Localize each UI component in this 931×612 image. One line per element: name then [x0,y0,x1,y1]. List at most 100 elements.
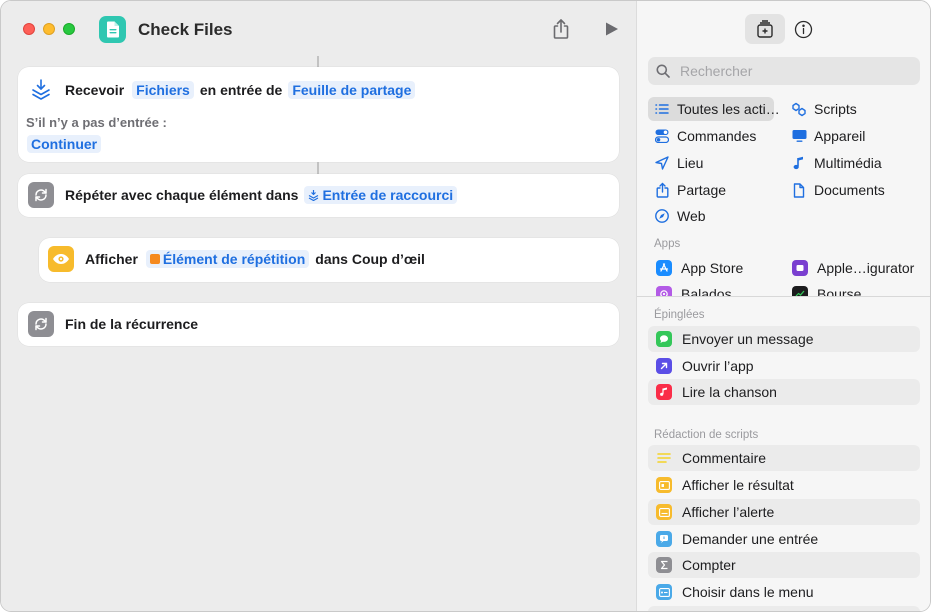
minimize-window-button[interactable] [43,23,55,35]
show-result-icon [656,477,672,493]
stocks-icon [792,286,808,296]
end-repeat-text: Fin de la récurrence [65,316,199,332]
scripts-icon [791,101,807,117]
action-label: Commentaire [682,450,767,466]
category-scripts[interactable]: Scripts [785,97,919,121]
category-label: Web [677,208,706,224]
action-count[interactable]: Compter [648,552,920,578]
count-icon [656,557,672,573]
category-label: Appareil [814,128,866,144]
category-controls[interactable]: Commandes [648,124,774,148]
section-divider [637,296,930,297]
app-stocks[interactable]: Bourse [786,282,920,296]
play-icon[interactable] [604,20,620,38]
receive-verb: Recevoir [65,82,125,98]
repeat-icon [28,311,54,337]
connector-line [317,162,319,174]
app-store-icon [656,260,672,276]
repeat-item-pill-label: Élément de répétition [162,251,306,267]
action-library-pane: Toutes les acti… Scripts Commandes [636,1,930,611]
list-icon [654,101,670,117]
category-device[interactable]: Appareil [785,124,919,148]
category-label: Lieu [677,155,704,171]
receive-middle-text: en entrée de [199,82,283,98]
end-repeat-card[interactable]: Fin de la récurrence [18,303,619,346]
category-label: Partage [677,182,727,198]
action-show-alert[interactable]: Afficher l’alerte [648,499,920,525]
category-sharing[interactable]: Partage [648,178,774,202]
messages-icon [656,331,672,347]
choose-menu-icon [656,584,672,600]
input-type-pill[interactable]: Fichiers [132,81,194,99]
library-toggle-button[interactable] [745,14,785,44]
action-show-result[interactable]: Afficher le résultat [648,472,920,498]
shortcut-title[interactable]: Check Files [138,20,233,40]
compass-icon [654,208,670,224]
show-alert-icon [656,504,672,520]
display-icon [791,128,807,144]
toggles-icon [654,128,670,144]
apple-configurator-icon [792,260,808,276]
action-ask-for-input[interactable]: Demander une entrée [648,526,920,552]
connector-line [317,56,319,67]
location-arrow-icon [654,155,670,171]
search-field[interactable] [648,57,920,85]
category-web[interactable]: Web [648,204,774,228]
show-verb: Afficher [85,251,138,267]
category-label: Toutes les acti… [677,101,780,117]
receive-action-card[interactable]: Recevoir Fichiers en entrée de Feuille d… [18,67,619,162]
app-app-store[interactable]: App Store [650,256,776,280]
open-app-icon [656,358,672,374]
shortcut-document-icon[interactable] [99,16,126,43]
close-window-button[interactable] [23,23,35,35]
music-note-icon [791,155,807,171]
action-open-app[interactable]: Ouvrir l’app [648,353,920,379]
no-input-label: S’il n’y a pas d’entrée : [26,115,167,130]
action-label: Demander une entrée [682,531,819,547]
repeat-item-pill[interactable]: Élément de répétition [145,250,310,268]
show-action-card[interactable]: Afficher Élément de répétition dans Coup… [39,238,619,282]
category-media[interactable]: Multimédia [785,151,919,175]
action-send-message[interactable]: Envoyer un message [648,326,920,352]
no-input-pill-wrap: Continuer [27,135,102,153]
search-icon [656,64,670,78]
app-label: Balados [681,286,732,296]
app-podcasts[interactable]: Balados [650,282,776,296]
category-location[interactable]: Lieu [648,151,774,175]
continue-pill[interactable]: Continuer [27,135,102,153]
shortcut-input-pill-label: Entrée de raccourci [322,187,454,203]
layers-icon [309,190,319,201]
apps-section-label: Apps [654,238,681,250]
library-add-icon [757,20,773,38]
document-icon [791,182,807,198]
info-icon[interactable] [793,19,813,39]
ask-input-icon [656,531,672,547]
input-source-pill[interactable]: Feuille de partage [288,81,416,99]
share-icon[interactable] [550,17,572,41]
app-label: App Store [681,260,744,276]
shortcut-input-pill[interactable]: Entrée de raccourci [304,186,458,204]
repeat-action-card[interactable]: Répéter avec chaque élément dans Entrée … [18,174,619,217]
category-all-actions[interactable]: Toutes les acti… [648,97,780,121]
editor-pane: Check Files Recevoir Fichiers en entrée … [1,1,636,611]
category-label: Scripts [814,101,857,117]
repeat-icon [28,182,54,208]
category-label: Commandes [677,128,757,144]
repeat-item-icon [149,254,160,264]
zoom-window-button[interactable] [63,23,75,35]
comment-icon [656,450,672,466]
category-documents[interactable]: Documents [785,178,919,202]
show-suffix: dans Coup d’œil [315,251,425,267]
category-label: Documents [814,182,885,198]
search-input[interactable] [680,63,900,79]
action-choose-from-menu[interactable]: Choisir dans le menu [648,579,920,605]
pinned-section-label: Épinglées [654,309,705,321]
action-label: Choisir dans le menu [682,584,814,600]
action-play-song[interactable]: Lire la chanson [648,379,920,405]
share-icon [654,182,670,198]
action-label: Lire la chanson [682,384,777,400]
app-apple-configurator[interactable]: Apple…igurator [786,256,920,280]
podcasts-icon [656,286,672,296]
category-label: Multimédia [814,155,882,171]
action-comment[interactable]: Commentaire [648,445,920,471]
